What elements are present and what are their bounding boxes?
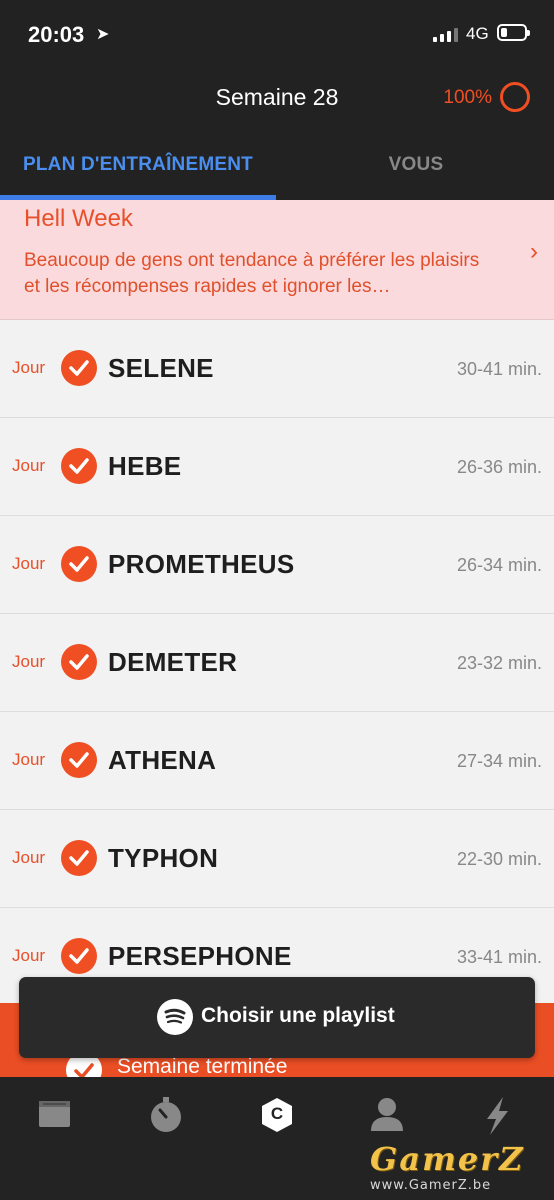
nav-coach[interactable]: C: [247, 1093, 307, 1137]
day-label: Jour: [12, 652, 46, 671]
check-icon: [61, 350, 97, 386]
check-icon: [61, 938, 97, 974]
day-label: Jour: [12, 946, 46, 965]
day-label: Jour: [12, 750, 46, 769]
check-icon: [61, 546, 97, 582]
workout-list: Jour SELENE 30-41 min. Jour HEBE 26-36 m…: [0, 320, 554, 1006]
tab-training-plan[interactable]: PLAN D'ENTRAÎNEMENT: [0, 154, 276, 176]
progress-ring-icon: [500, 82, 530, 112]
check-icon: [61, 840, 97, 876]
week-complete-label: Semaine terminée: [117, 1055, 288, 1078]
workout-name: SELENE: [108, 353, 214, 383]
workout-row[interactable]: Jour PROMETHEUS 26-34 min.: [0, 516, 554, 614]
banner-title: Hell Week: [24, 205, 133, 232]
lightning-icon: [487, 1097, 508, 1135]
workout-duration: 27-34 min.: [456, 751, 542, 771]
workout-name: PERSEPHONE: [108, 941, 292, 971]
day-label: Jour: [12, 848, 46, 867]
progress-percent: 100%: [443, 87, 492, 108]
workout-duration: 22-30 min.: [456, 849, 542, 869]
workout-duration: 26-36 min.: [456, 457, 542, 477]
workout-name: DEMETER: [108, 647, 238, 677]
day-label: Jour: [12, 456, 46, 475]
workout-name: ATHENA: [108, 745, 217, 775]
profile-icon: [371, 1098, 403, 1131]
workout-row[interactable]: Jour ATHENA 27-34 min.: [0, 712, 554, 810]
program-banner[interactable]: Hell Week Beaucoup de gens ont tendance …: [0, 200, 554, 320]
nav-calendar[interactable]: [24, 1093, 84, 1137]
workout-row[interactable]: Jour TYPHON 22-30 min.: [0, 810, 554, 908]
network-label: 4G: [466, 24, 489, 43]
watermark-logo: GamerZ www.GamerZ.be: [370, 1140, 554, 1200]
location-arrow-icon: ➤: [96, 26, 110, 43]
status-time: 20:03: [28, 22, 85, 47]
stopwatch-icon: [151, 1097, 181, 1132]
tab-you[interactable]: VOUS: [278, 154, 554, 176]
check-icon: [61, 448, 97, 484]
signal-icon: [433, 26, 458, 42]
nav-profile[interactable]: [357, 1093, 417, 1137]
workout-duration: 30-41 min.: [456, 359, 542, 379]
check-icon: [61, 644, 97, 680]
workout-name: HEBE: [108, 451, 182, 481]
workout-duration: 33-41 min.: [456, 947, 542, 967]
playlist-button-label: Choisir une playlist: [201, 1004, 395, 1027]
nav-timer[interactable]: [136, 1093, 196, 1137]
coach-badge: C: [270, 1104, 284, 1123]
workout-name: PROMETHEUS: [108, 549, 295, 579]
chevron-right-icon: ›: [530, 238, 538, 265]
day-label: Jour: [12, 554, 46, 573]
workout-duration: 26-34 min.: [456, 555, 542, 575]
battery-icon: [497, 24, 530, 41]
day-label: Jour: [12, 358, 46, 377]
banner-description: Beaucoup de gens ont tendance à préférer…: [24, 250, 480, 297]
check-icon: [61, 742, 97, 778]
workout-row[interactable]: Jour DEMETER 23-32 min.: [0, 614, 554, 712]
watermark-url: www.GamerZ.be: [370, 1178, 492, 1193]
calendar-icon: [39, 1101, 70, 1127]
workout-duration: 23-32 min.: [456, 653, 542, 673]
spotify-icon: [157, 999, 193, 1035]
workout-name: TYPHON: [108, 843, 219, 873]
workout-row[interactable]: Jour SELENE 30-41 min.: [0, 320, 554, 418]
workout-row[interactable]: Jour HEBE 26-36 min.: [0, 418, 554, 516]
top-bar: 20:03 ➤ 4G Semaine 28 100% PLAN D'ENTRAÎ…: [0, 0, 554, 200]
nav-activity[interactable]: [467, 1093, 527, 1137]
watermark-text: GamerZ: [370, 1140, 525, 1178]
choose-playlist-button[interactable]: Choisir une playlist: [19, 977, 535, 1058]
